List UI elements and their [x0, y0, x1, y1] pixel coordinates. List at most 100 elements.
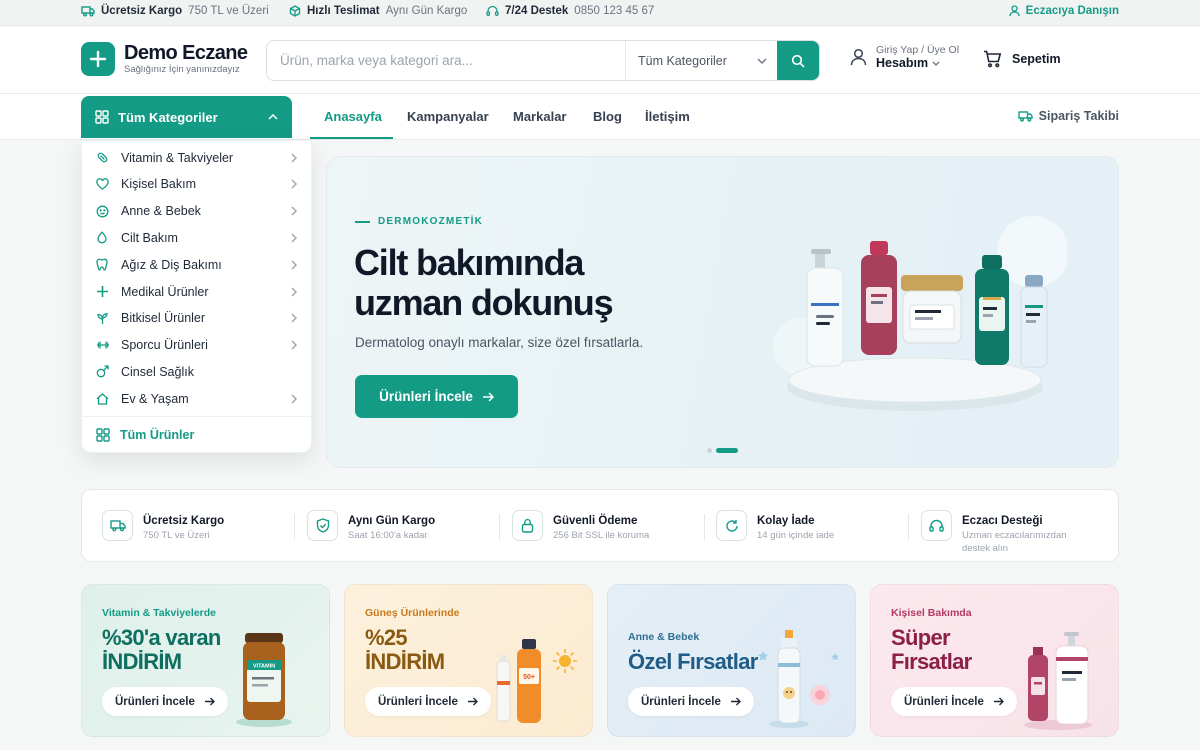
male-symbol-icon [96, 365, 111, 378]
hero-product-illustration [767, 197, 1067, 427]
search-input[interactable] [267, 41, 625, 80]
hero-kicker: DERMOKOZMETİK [355, 216, 483, 227]
promo-card-baby[interactable]: Anne & Bebek Özel Fırsatlar Ürünleri İnc… [607, 584, 856, 737]
category-item-label: Cinsel Sağlık [121, 364, 194, 379]
promo-button[interactable]: Ürünleri İncele [891, 687, 1017, 716]
logo[interactable]: Demo Eczane Sağlığınız İçin yanınızdayız [81, 42, 248, 76]
feature-item: Aynı Gün Kargo Saat 16:00'a kadar [307, 510, 498, 542]
category-item[interactable]: Ev & Yaşam [82, 385, 311, 412]
category-item[interactable]: Cinsel Sağlık [82, 358, 311, 385]
plus-icon [96, 285, 111, 298]
topbar-support-phone[interactable]: 0850 123 45 67 [574, 5, 654, 17]
hero-title-line1: Cilt bakımında [354, 242, 584, 283]
active-nav-indicator [310, 137, 393, 139]
promo-button[interactable]: Ürünleri İncele [628, 687, 754, 716]
feature-title: Güvenli Ödeme [553, 515, 638, 527]
promo-card-personal-care[interactable]: Kişisel Bakımda Süper Fırsatlar Ürünleri… [870, 584, 1119, 737]
nav-link-campaigns[interactable]: Kampanyalar [407, 109, 489, 124]
hero-cta-button[interactable]: Ürünleri İncele [355, 375, 518, 418]
category-item[interactable]: Medikal Ürünler [82, 278, 311, 305]
promo-title: Süper Fırsatlar [891, 626, 972, 674]
category-item[interactable]: Bitkisel Ürünler [82, 305, 311, 332]
category-item[interactable]: Vitamin & Takviyeler [82, 144, 311, 171]
all-products-link[interactable]: Tüm Ürünler [82, 421, 311, 448]
promo-card-sun[interactable]: Güneş Ürünlerinde %25 İNDİRİM Ürünleri İ… [344, 584, 593, 737]
feature-divider [294, 514, 295, 540]
promo-title-line2: Fırsatlar [891, 649, 972, 674]
nav-link-blog[interactable]: Blog [593, 109, 622, 124]
headset-icon [921, 510, 952, 541]
promo-kicker: Anne & Bebek [628, 631, 700, 643]
cart-button[interactable]: Sepetim [983, 50, 1061, 68]
chevron-right-icon [291, 287, 297, 297]
topbar-support: 7/24 Destek 0850 123 45 67 [486, 5, 654, 17]
category-item[interactable]: Kişisel Bakım [82, 171, 311, 198]
search-icon [791, 54, 805, 68]
category-item-label: Anne & Bebek [121, 204, 201, 219]
grid-icon [96, 427, 110, 442]
search-button[interactable] [777, 41, 819, 80]
search-category-label: Tüm Kategoriler [638, 53, 727, 68]
feature-divider [499, 514, 500, 540]
all-categories-button[interactable]: Tüm Kategoriler [81, 96, 292, 138]
account-label: Hesabım [876, 56, 929, 70]
pill-icon [96, 151, 111, 164]
refresh-icon [716, 510, 747, 541]
category-item[interactable]: Ağız & Diş Bakımı [82, 251, 311, 278]
promo-title: %30'a varan İNDİRİM [102, 626, 221, 674]
account-menu[interactable]: Giriş Yap / Üye Ol Hesabım [850, 44, 959, 70]
personal-care-bottles-illustration [1008, 585, 1118, 736]
feature-divider [908, 514, 909, 540]
order-tracking-link[interactable]: Sipariş Takibi [1017, 109, 1119, 123]
promo-button[interactable]: Ürünleri İncele [365, 687, 491, 716]
promo-button[interactable]: Ürünleri İncele [102, 687, 228, 716]
category-item[interactable]: Cilt Bakım [82, 224, 311, 251]
category-item[interactable]: Sporcu Ürünleri [82, 332, 311, 359]
chevron-up-icon [268, 114, 278, 120]
feature-subtitle: 750 TL ve Üzeri [143, 530, 210, 541]
leaf-icon [96, 312, 111, 325]
shield-check-icon [307, 510, 338, 541]
category-item[interactable]: Anne & Bebek [82, 198, 311, 225]
tooth-icon [96, 258, 111, 271]
lock-icon [512, 510, 543, 541]
promo-kicker: Güneş Ürünlerinde [365, 607, 460, 619]
search-category-select[interactable]: Tüm Kategoriler [625, 41, 779, 80]
topbar-support-label: 7/24 Destek [505, 5, 569, 17]
grid-icon [95, 110, 109, 124]
user-icon [1009, 5, 1020, 17]
star-icon [757, 651, 769, 661]
feature-title: Kolay İade [757, 515, 815, 527]
promo-title-line1: Özel Fırsatlar [628, 649, 758, 674]
category-item-label: Kişisel Bakım [121, 177, 197, 192]
chevron-right-icon [291, 179, 297, 189]
headset-icon [486, 5, 499, 17]
category-item-label: Vitamin & Takviyeler [121, 150, 234, 165]
category-item-label: Bitkisel Ürünler [121, 311, 206, 326]
nav-link-contact[interactable]: İletişim [645, 109, 690, 124]
logo-subtitle: Sağlığınız İçin yanınızdayız [124, 64, 240, 75]
jar-label: VITAMIN [253, 664, 275, 670]
feature-subtitle: Saat 16:00'a kadar [348, 530, 428, 541]
slider-dot-2[interactable] [716, 448, 738, 453]
truck-icon [81, 5, 95, 17]
baby-face-icon [783, 687, 795, 699]
promo-card-vitamin[interactable]: Vitamin & Takviyelerde %30'a varan İNDİR… [81, 584, 330, 737]
arrow-right-icon [467, 697, 478, 706]
feature-item: Kolay İade 14 gün içinde iade [716, 510, 907, 542]
chevron-down-icon [757, 58, 767, 64]
category-dropdown: Ev & Yaşam Cinsel Sağlık Sporcu Ürünleri Bi… [81, 140, 312, 453]
chevron-right-icon [291, 153, 297, 163]
nav-link-home[interactable]: Anasayfa [324, 109, 382, 124]
topbar-shipping: Ücretsiz Kargo 750 TL ve Üzeri [81, 5, 269, 17]
slider-dot-1[interactable] [707, 448, 712, 453]
pharmacist-consult-link[interactable]: Eczacıya Danışın [1009, 5, 1119, 17]
logo-plus-icon [81, 42, 115, 76]
truck-icon [1017, 110, 1033, 122]
nav-link-brands[interactable]: Markalar [513, 109, 566, 124]
vitamin-jar-illustration: VITAMIN [219, 585, 329, 736]
arrow-right-icon [482, 391, 494, 402]
baby-bottle-illustration [745, 585, 855, 736]
cart-label: Sepetim [1012, 52, 1061, 66]
arrow-right-icon [730, 697, 741, 706]
